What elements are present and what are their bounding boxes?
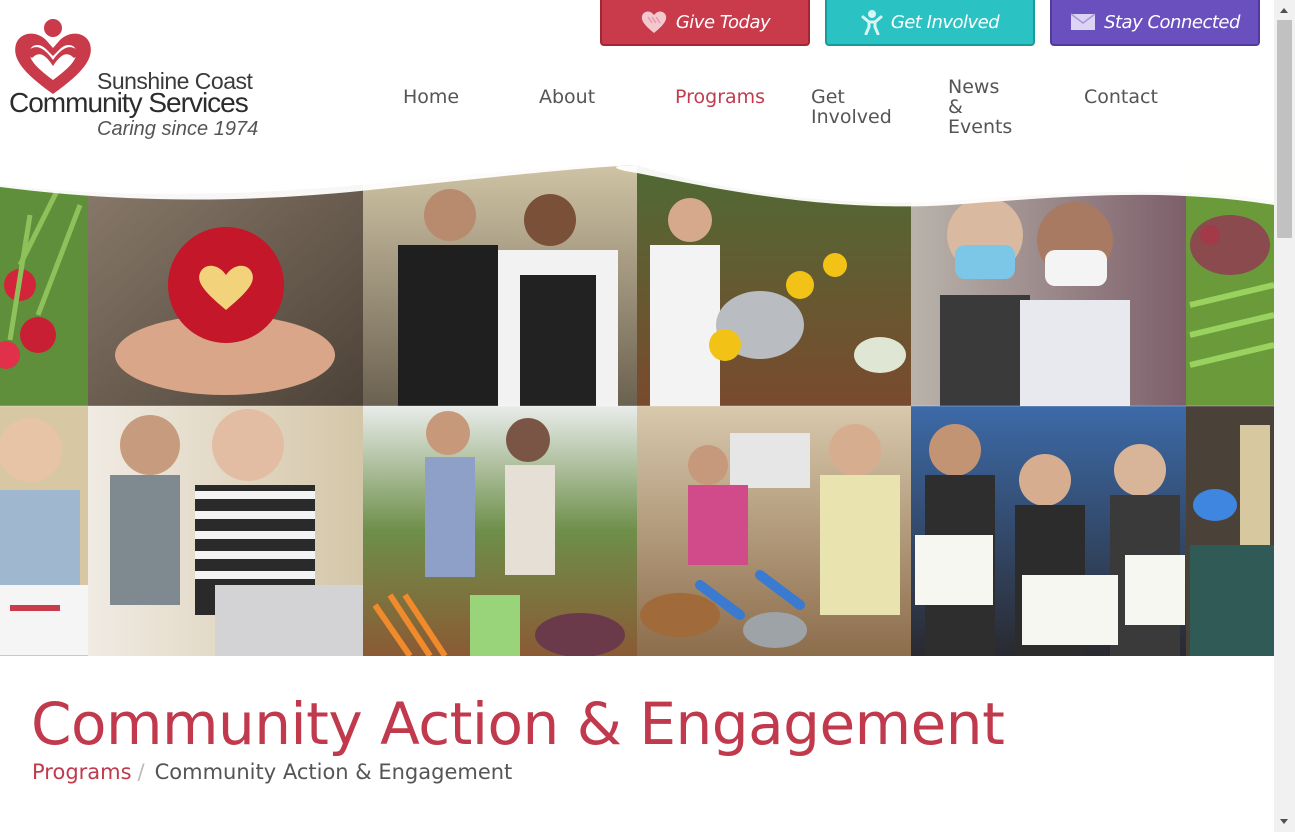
girl-card-photo: [0, 406, 88, 656]
get-involved-button[interactable]: Get Involved: [825, 0, 1035, 46]
scroll-up-arrow-icon[interactable]: [1280, 8, 1288, 13]
masked-cooks-photo: [637, 406, 911, 656]
logo-name-line2: Community Services: [9, 87, 249, 118]
stay-connected-button[interactable]: Stay Connected: [1050, 0, 1260, 46]
gloved-hands-photo: [1186, 406, 1274, 656]
scroll-down-arrow-icon[interactable]: [1280, 819, 1288, 824]
breadcrumb-separator: /: [137, 760, 145, 784]
person-icon: [861, 9, 883, 35]
heart-person-logo-icon: [15, 19, 91, 94]
certificates-photo: [911, 406, 1186, 656]
nav-news-events[interactable]: News & Events: [948, 77, 1012, 137]
breadcrumb-programs-link[interactable]: Programs: [32, 760, 132, 784]
vertical-scrollbar[interactable]: [1274, 0, 1295, 832]
nav-get-involved[interactable]: Get Involved: [811, 87, 892, 127]
radishes-photo: [0, 165, 88, 406]
breadcrumb-current: Community Action & Engagement: [154, 760, 513, 784]
get-involved-label: Get Involved: [890, 11, 1000, 33]
farmers-market-photo: [363, 406, 637, 656]
heart-icon: [640, 9, 668, 35]
stay-connected-label: Stay Connected: [1104, 11, 1240, 33]
envelope-icon: [1070, 13, 1096, 31]
apple-heart-photo: [88, 165, 363, 406]
hero-photo-collage: [0, 165, 1274, 656]
kitchen-volunteers-photo: [363, 165, 637, 406]
nav-news-line1: News &: [948, 76, 1000, 118]
nav-programs[interactable]: Programs: [675, 87, 765, 107]
give-today-label: Give Today: [675, 11, 771, 33]
logo-tagline: Caring since 1974: [97, 118, 259, 140]
senior-laptop-photo: [88, 406, 363, 656]
nav-home[interactable]: Home: [403, 87, 459, 107]
nav-news-line2: Events: [948, 116, 1013, 138]
site-logo[interactable]: Sunshine Coast Community Services Caring…: [0, 8, 272, 144]
breadcrumb: Programs / Community Action & Engagement: [32, 760, 512, 784]
give-today-button[interactable]: Give Today: [600, 0, 810, 46]
page-title: Community Action & Engagement: [31, 690, 1005, 758]
nav-contact[interactable]: Contact: [1084, 87, 1158, 107]
scroll-thumb[interactable]: [1277, 20, 1292, 238]
nav-about[interactable]: About: [539, 87, 595, 107]
